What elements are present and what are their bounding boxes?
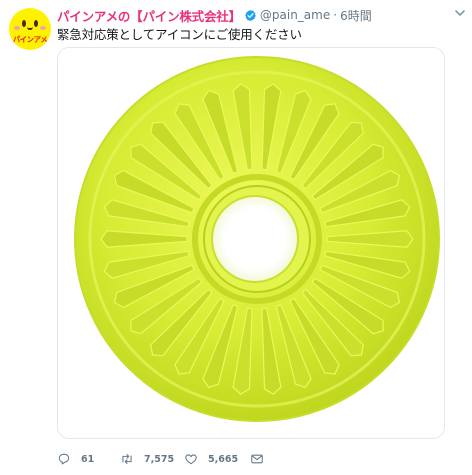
avatar-logo-text: パインアメ: [12, 35, 48, 44]
retweet-count: 7,575: [144, 453, 175, 465]
heart-icon: [185, 454, 197, 465]
display-name[interactable]: パインアメの【パイン株式会社】: [57, 6, 241, 25]
like-button[interactable]: 5,665: [184, 450, 250, 468]
like-count: 5,665: [208, 453, 239, 465]
avatar-cheek-left: [14, 26, 20, 30]
avatar-cheek-right: [40, 26, 46, 30]
tweet-card: パインアメ パインアメの【パイン株式会社】 @pain_ame · 6時間 緊急…: [0, 0, 472, 475]
chevron-down-icon[interactable]: [454, 8, 466, 18]
avatar-eye-left: [22, 20, 26, 27]
pineapple-candy-photo: [58, 48, 444, 438]
tweet-header: パインアメの【パイン株式会社】 @pain_ame · 6時間: [57, 6, 372, 24]
avatar[interactable]: パインアメ: [9, 8, 51, 50]
reply-button[interactable]: 61: [57, 450, 120, 468]
avatar-eye-right: [34, 20, 38, 27]
reply-count: 61: [81, 453, 95, 465]
tweet-media[interactable]: [57, 47, 445, 439]
tweet-timestamp[interactable]: 6時間: [340, 7, 372, 24]
tweet-actions: 61 7,575 5,665: [57, 450, 270, 468]
avatar-mouth: [27, 27, 33, 30]
reply-icon: [58, 453, 70, 465]
retweet-icon: [122, 454, 132, 464]
verified-badge-icon: [245, 9, 256, 21]
user-handle[interactable]: @pain_ame: [260, 8, 330, 22]
retweet-button[interactable]: 7,575: [120, 450, 184, 468]
tweet-text: 緊急対応策としてアイコンにご使用ください: [57, 27, 302, 42]
envelope-icon: [251, 454, 263, 464]
header-separator: ·: [333, 8, 338, 22]
direct-message-button[interactable]: [250, 450, 270, 468]
